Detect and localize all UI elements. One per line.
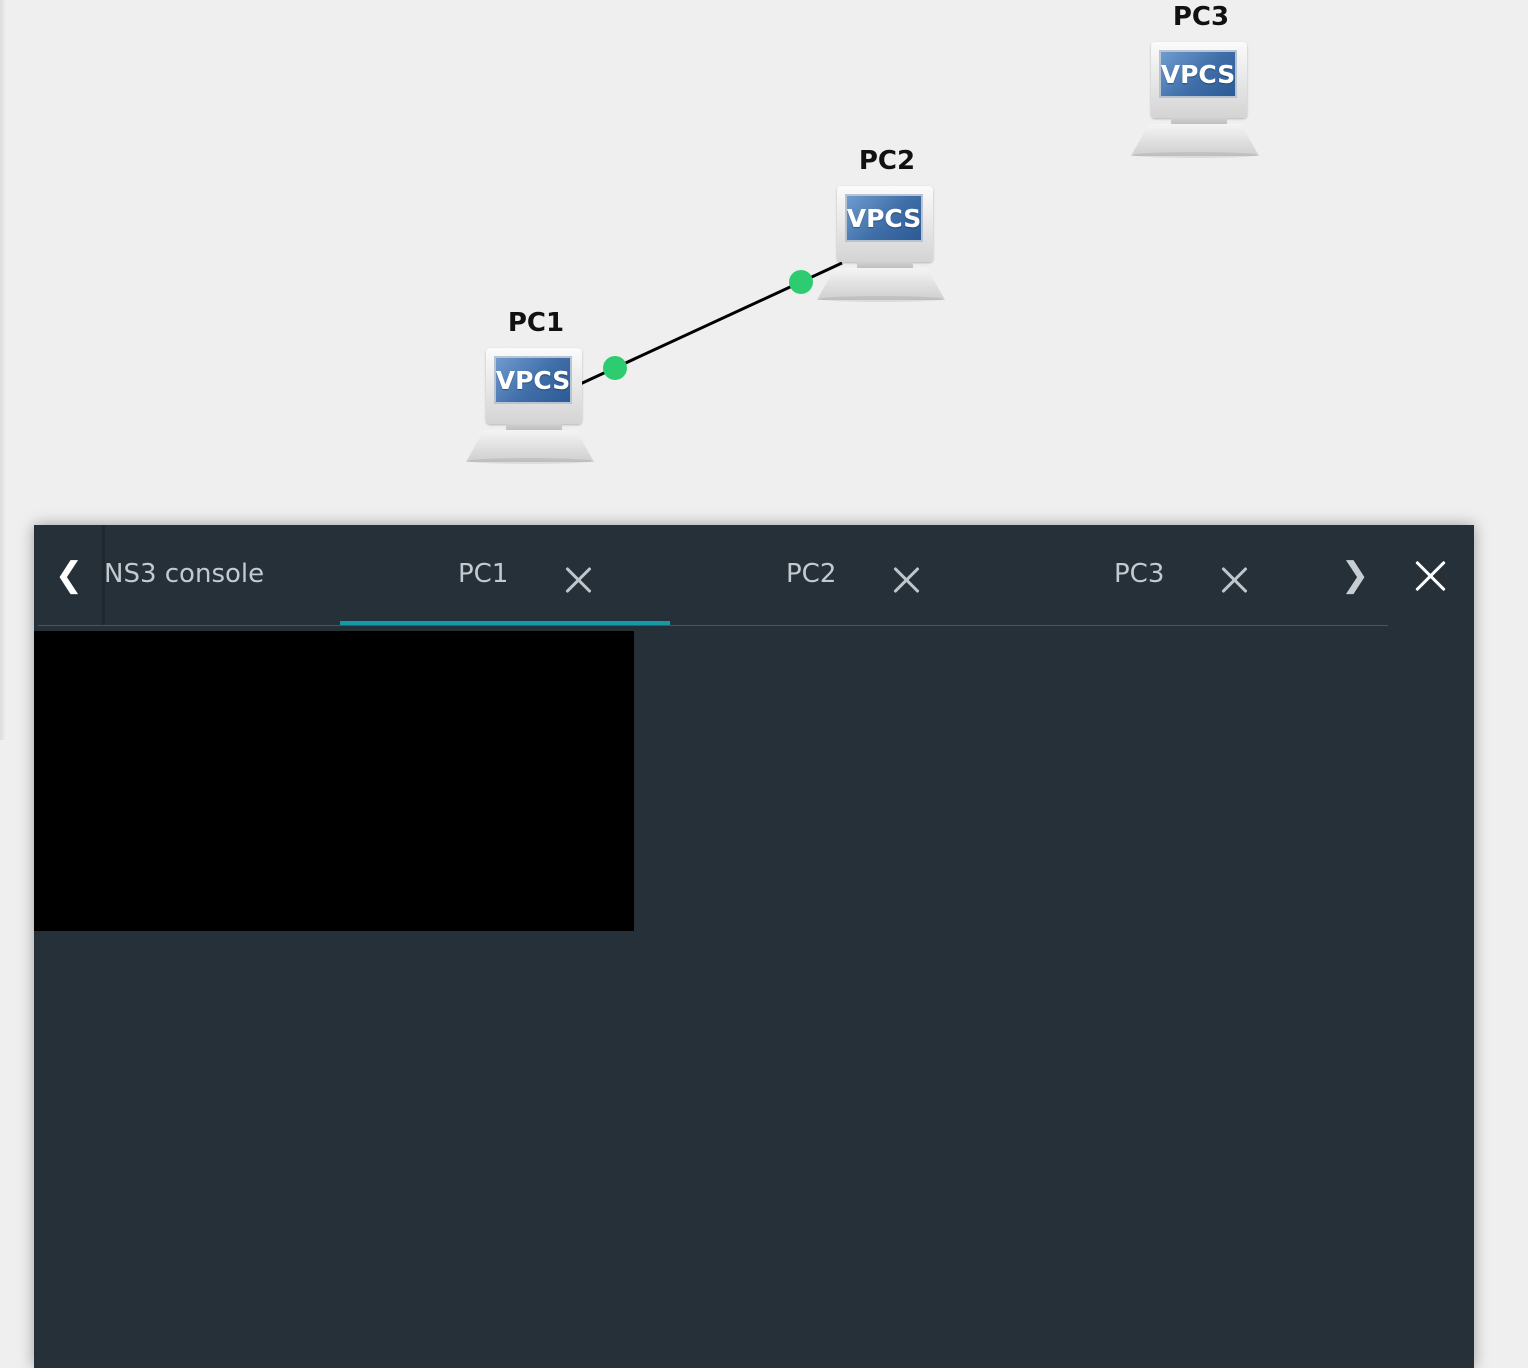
tab-label: PC1 bbox=[458, 559, 509, 589]
vpcs-screen-text: VPCS bbox=[494, 356, 572, 404]
computer-shadow bbox=[819, 296, 943, 302]
close-icon[interactable] bbox=[1414, 559, 1448, 593]
node-pc2[interactable]: PC2 VPCS bbox=[817, 146, 957, 302]
node-pc3[interactable]: PC3 VPCS bbox=[1131, 2, 1271, 158]
computer-shadow bbox=[468, 458, 592, 464]
tab-label: PC3 bbox=[1114, 559, 1165, 589]
tab-label: PC2 bbox=[786, 559, 837, 589]
topology-canvas[interactable]: PC1 VPCS PC2 VPCS PC3 VPCS bbox=[0, 0, 1528, 525]
computer-shadow bbox=[1133, 152, 1257, 158]
link-layer bbox=[577, 261, 843, 387]
chevron-left-icon[interactable]: ❮ bbox=[36, 525, 105, 625]
tab-label: NS3 console bbox=[104, 559, 265, 589]
node-pc1[interactable]: PC1 VPCS bbox=[466, 308, 606, 464]
vpcs-screen-text: VPCS bbox=[1159, 50, 1237, 98]
chevron-right-icon[interactable]: ❯ bbox=[1322, 525, 1388, 625]
tab-bar-divider bbox=[38, 625, 1388, 626]
tab-pc2[interactable]: PC2 bbox=[670, 525, 998, 625]
tab-ns3-console[interactable]: NS3 console bbox=[104, 525, 340, 625]
node-label: PC3 bbox=[1172, 2, 1230, 32]
computer-icon: VPCS bbox=[486, 348, 582, 424]
node-label: PC1 bbox=[507, 308, 565, 338]
node-label: PC2 bbox=[858, 146, 916, 176]
link-status-pc1 bbox=[603, 356, 627, 380]
close-icon[interactable] bbox=[892, 565, 922, 595]
console-tab-bar: ❮ NS3 console PC1 PC2 PC3 ❯ bbox=[34, 525, 1388, 627]
tab-pc3[interactable]: PC3 bbox=[998, 525, 1322, 625]
console-panel: ❮ NS3 console PC1 PC2 PC3 ❯ bbox=[34, 525, 1474, 1368]
vpcs-screen-text: VPCS bbox=[845, 194, 923, 242]
console-terminal[interactable] bbox=[34, 631, 634, 931]
computer-icon: VPCS bbox=[1151, 42, 1247, 118]
link-status-pc2 bbox=[789, 270, 813, 294]
close-icon[interactable] bbox=[564, 565, 594, 595]
computer-icon: VPCS bbox=[837, 186, 933, 262]
tab-pc1[interactable]: PC1 bbox=[340, 525, 670, 625]
close-icon[interactable] bbox=[1220, 565, 1250, 595]
